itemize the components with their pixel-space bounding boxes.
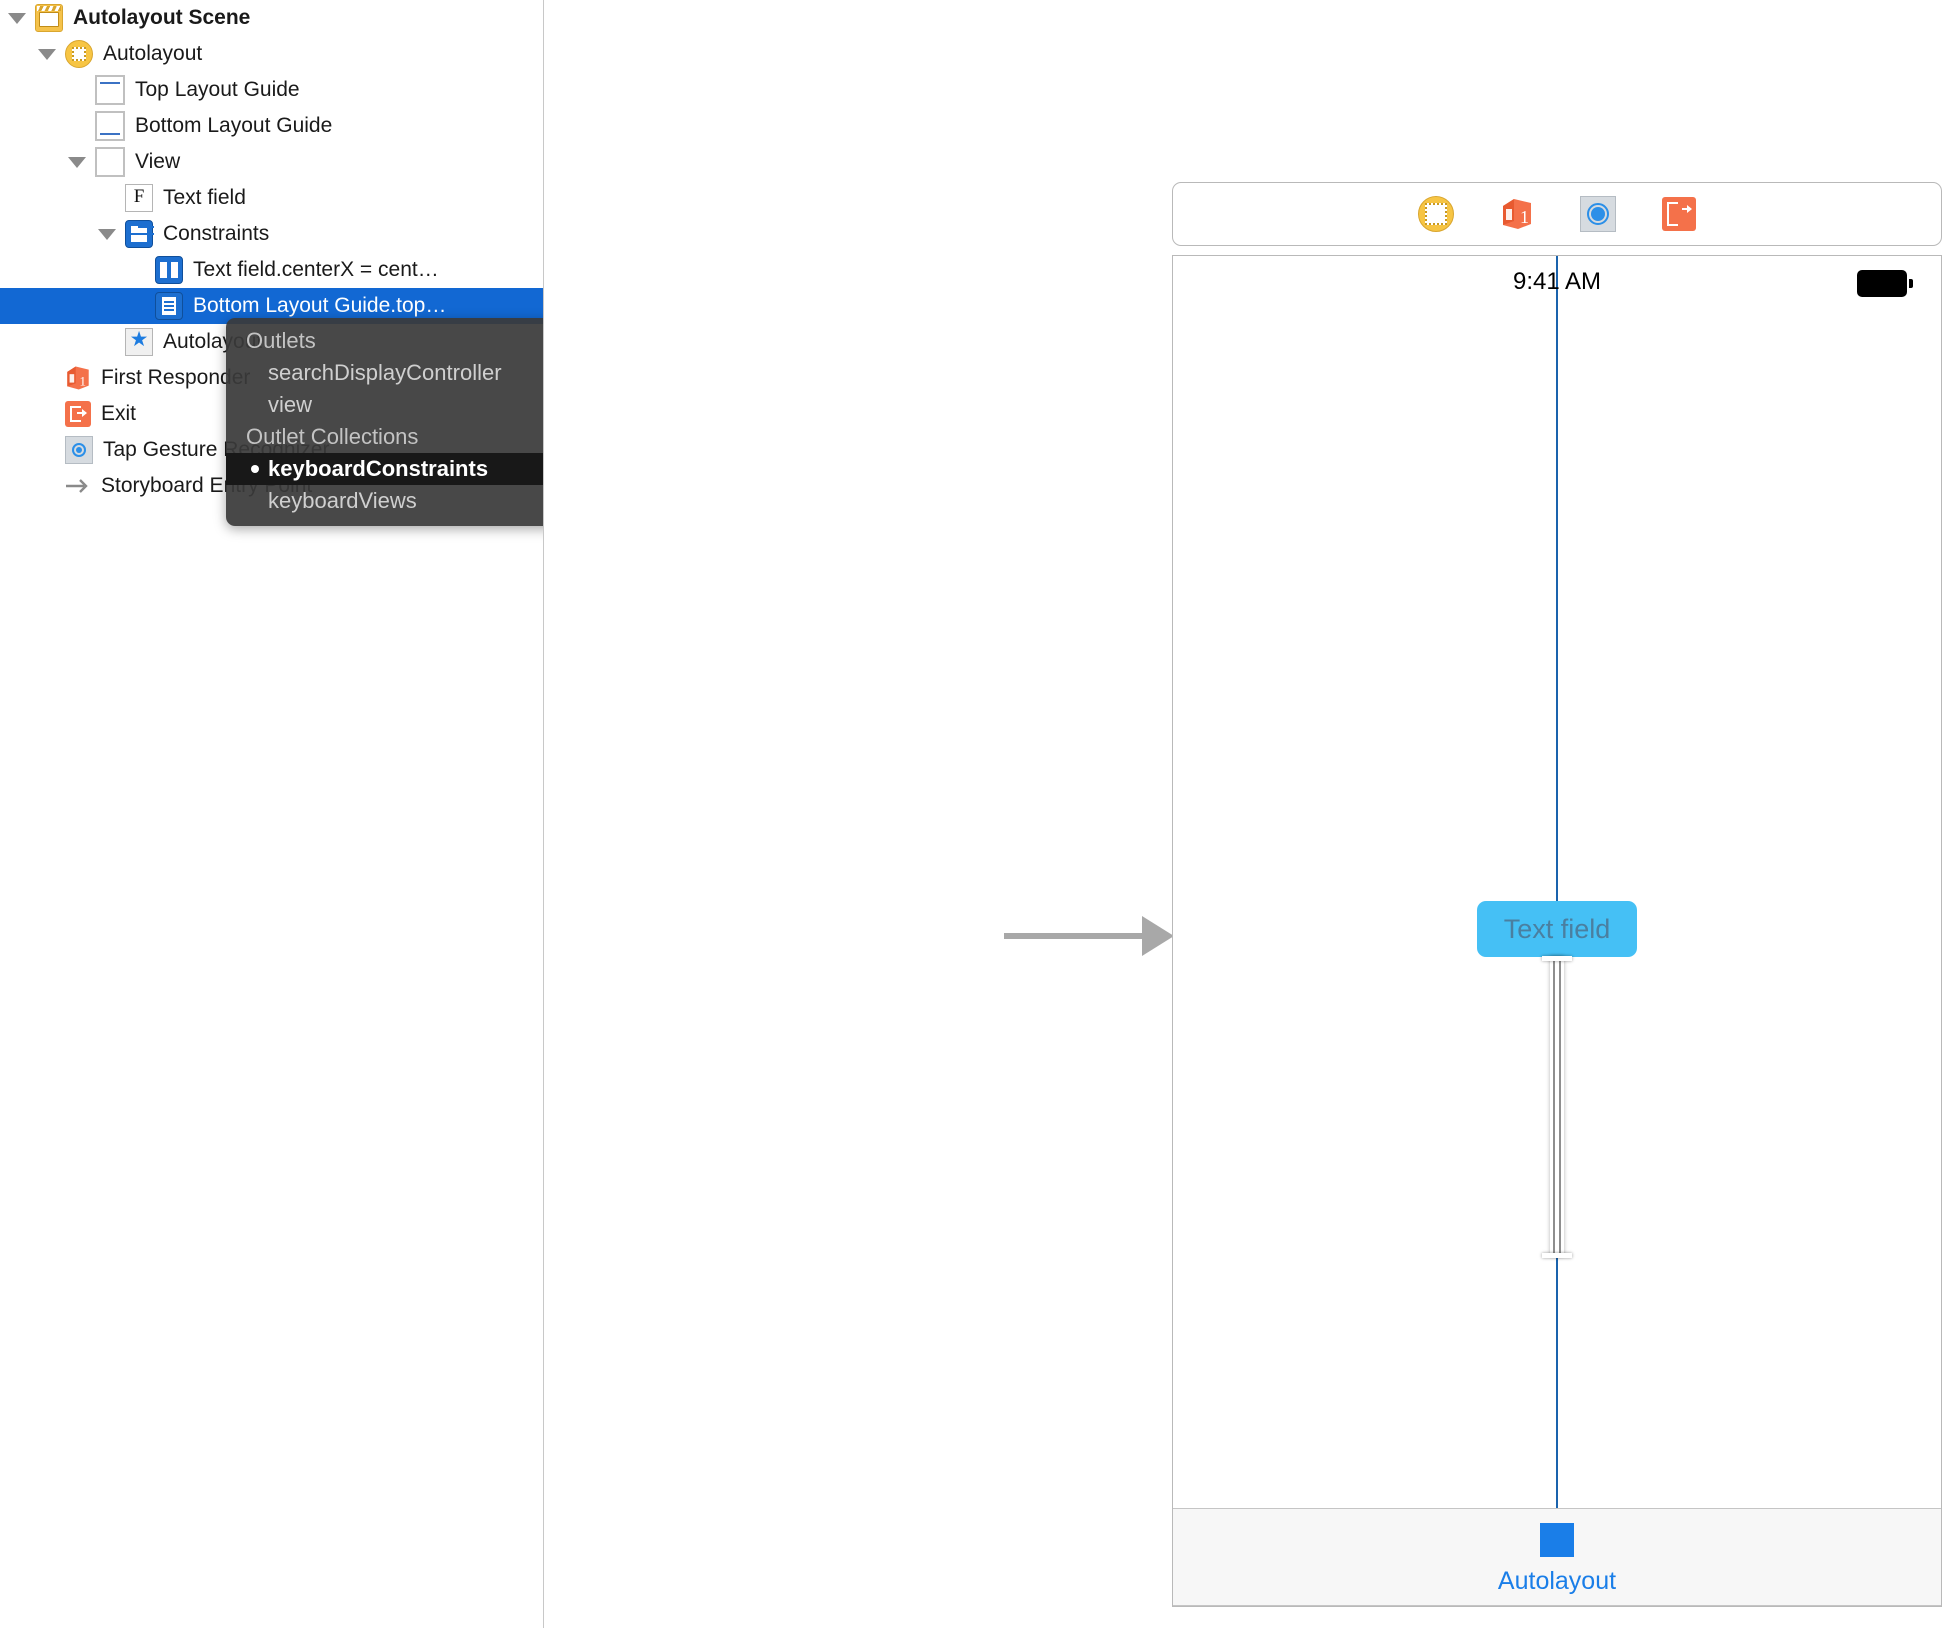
outline-row-label: Top Layout Guide [135,78,300,101]
tap-gesture-icon[interactable] [1580,196,1616,232]
text-field-widget[interactable]: Text field [1477,901,1637,957]
outline-row-label: Bottom Layout Guide [135,114,333,137]
popup-item-label: keyboardViews [268,488,417,513]
constraint-cap-top [1542,956,1572,961]
outline-row-label: Autolayout Scene [73,6,251,29]
outline-row-text-field-centerx-cent[interactable]: Text field.centerX = cent… [0,252,543,288]
disclosure-triangle-icon[interactable] [98,228,116,240]
status-bar: 9:41 AM [1173,256,1941,308]
popup-item-keyboardviews[interactable]: keyboardViews [226,485,543,517]
outline-row-text-field[interactable]: F Text field [0,180,543,216]
vertical-constraint-indicator[interactable] [1550,956,1564,1256]
outline-row-autolayout[interactable]: Autolayout [0,36,543,72]
view-controller-scene: 9:41 AM Text field Autolayout [1172,255,1942,1607]
popup-item-keyboardconstraints[interactable]: keyboardConstraints [226,453,543,485]
bottom-layout-guide-icon [95,111,125,141]
constraints-icon [125,220,153,248]
popup-item-label: keyboardConstraints [268,456,489,481]
popup-item-label: searchDisplayController [268,360,502,385]
view-icon [95,147,125,177]
entry-point-icon [65,473,91,499]
popup-section-outlet-collections: Outlet Collections keyboardConstraints k… [226,421,543,517]
scene-icon [35,4,63,32]
first-responder-icon: 1 [65,365,91,391]
disclosure-triangle-icon[interactable] [68,156,86,168]
outline-row-label: Exit [101,402,137,425]
top-layout-guide-icon [95,75,125,105]
disclosure-triangle-icon[interactable] [8,12,26,24]
view-controller-icon [65,40,93,68]
document-outline-panel: Autolayout Scene Autolayout Top Layout Gui… [0,0,544,1628]
svg-text:1: 1 [80,374,87,389]
tap-gesture-icon [65,436,93,464]
bullet-icon [251,465,259,473]
constraint-vertical-icon [155,292,183,320]
popup-header-outlet-collections: Outlet Collections [246,424,419,449]
interface-builder-canvas: 1 9:41 AM Text field Autolayout [544,0,1946,1628]
star-icon: ★ [125,328,153,356]
disclosure-triangle-icon[interactable] [38,48,56,60]
constraint-cap-bottom [1542,1253,1572,1258]
view-controller-icon[interactable] [1418,196,1454,232]
outlet-connection-popup[interactable]: Outlets searchDisplayController view Out… [226,318,543,526]
popup-header-outlets: Outlets [246,328,316,353]
popup-item-label: view [268,392,313,417]
outline-row-constraints[interactable]: Constraints [0,216,543,252]
outline-row-label: Text field [163,186,246,209]
popup-item-view[interactable]: view [226,389,543,421]
constraint-horizontal-icon [155,256,183,284]
storyboard-entry-arrow-icon [1004,916,1174,956]
text-field-icon: F [125,184,153,212]
outline-row-label: Bottom Layout Guide.top… [193,294,447,317]
popup-item-searchdisplaycontroller[interactable]: searchDisplayController [226,357,543,389]
outline-row-bottom-layout-guide[interactable]: Bottom Layout Guide [0,108,543,144]
connection-handle[interactable] [1540,1523,1574,1557]
status-bar-time: 9:41 AM [1512,268,1602,295]
outline-row-label: View [135,150,181,173]
scene-name-label: Autolayout [1497,1567,1617,1595]
scene-dock-toolbar[interactable]: 1 [1172,182,1942,246]
bottom-layout-guide-bar: Autolayout [1173,1508,1941,1606]
exit-icon[interactable] [1662,197,1696,231]
outline-row-label: Autolayout [103,42,203,65]
popup-section-outlets: Outlets searchDisplayController view [226,325,543,421]
outline-row-label: Constraints [163,222,270,245]
text-field-placeholder: Text field [1503,913,1611,944]
outline-row-view[interactable]: View [0,144,543,180]
battery-icon [1857,270,1913,297]
outline-row-top-layout-guide[interactable]: Top Layout Guide [0,72,543,108]
outline-row-label: Text field.centerX = cent… [193,258,439,281]
svg-text:1: 1 [1520,207,1529,227]
first-responder-icon[interactable]: 1 [1500,197,1534,231]
outline-row-autolayout-scene[interactable]: Autolayout Scene [0,0,543,36]
exit-icon [65,401,91,427]
